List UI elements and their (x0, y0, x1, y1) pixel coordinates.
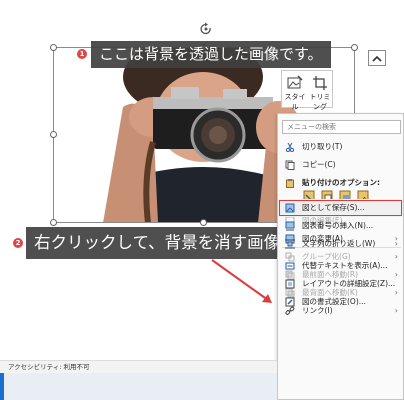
menu-item-insert-caption[interactable]: 図表番号の挿入(N)... (278, 217, 403, 235)
menu-item-label: 図として保存(S)... (302, 203, 365, 212)
alt-text-icon (285, 262, 295, 270)
style-button[interactable]: スタイル (283, 73, 307, 111)
menu-item-label: 文字列の折り返し(W) (302, 239, 376, 248)
style-label: スタイル (284, 93, 306, 111)
resize-handle[interactable] (50, 219, 57, 226)
submenu-arrow-icon: › (394, 239, 398, 248)
taskbar-accent (0, 373, 4, 400)
format-picture-icon (285, 297, 295, 307)
paste-icon (286, 179, 294, 188)
picture-style-icon (287, 75, 303, 89)
resize-handle[interactable] (200, 219, 207, 226)
scissors-icon (285, 142, 295, 152)
callout-1: ここは背景を透過した画像です。 (91, 41, 331, 68)
layout-options-button[interactable] (368, 50, 386, 66)
menu-item-label: レイアウトの詳細設定(Z)... (302, 279, 396, 288)
crop-button[interactable]: トリミング (308, 73, 332, 111)
crop-icon (313, 76, 327, 90)
rotate-handle-icon[interactable] (199, 22, 213, 36)
mini-toolbar: スタイル トリミング (281, 70, 333, 111)
caption-icon (285, 221, 295, 231)
step-badge-2: 2 (13, 238, 23, 248)
status-bar: アクセシビリティ: 利用不可 (0, 360, 277, 373)
menu-item-label: 切り取り(T) (302, 142, 343, 151)
menu-item-label: 図の書式設定(O)... (302, 297, 366, 306)
wrap-text-icon (285, 239, 295, 249)
accessibility-status[interactable]: アクセシビリティ: 利用不可 (8, 361, 90, 373)
menu-item-layout-settings[interactable]: レイアウトの詳細設定(Z)... (278, 275, 403, 293)
menu-item-label: 図表番号の挿入(N)... (302, 221, 374, 230)
menu-item-cut[interactable]: 切り取り(T) (278, 138, 403, 156)
document-canvas: 1 ここは背景を透過した画像です。 2 右クリックして、背景を消す画像を保存しま… (0, 0, 404, 400)
menu-item-format-picture[interactable]: 図の書式設定(O)... (278, 293, 403, 311)
resize-handle[interactable] (50, 44, 57, 51)
menu-item-label: 代替テキストを表示(A)... (302, 261, 388, 270)
menu-search-input[interactable]: メニューの検索 (282, 120, 401, 134)
step-badge-1: 1 (77, 49, 87, 59)
layout-icon (285, 279, 295, 289)
context-menu: メニューの検索 切り取り(T) コピー(C) 貼り付けのオプション: 図の編集(… (277, 113, 404, 400)
resize-handle[interactable] (50, 131, 57, 138)
menu-item-copy[interactable]: コピー(C) (278, 156, 403, 174)
menu-item-wrap-text[interactable]: 文字列の折り返し(W) › (278, 235, 403, 253)
menu-item-view-alt-text[interactable]: 代替テキストを表示(A)... (278, 257, 403, 275)
layout-options-icon (372, 55, 382, 62)
menu-item-save-as-picture[interactable]: 図として保存(S)... (278, 199, 403, 217)
menu-item-label: コピー(C) (302, 160, 336, 169)
copy-icon (285, 160, 295, 170)
save-as-picture-icon (285, 203, 295, 213)
resize-handle[interactable] (351, 44, 358, 51)
taskbar (0, 373, 277, 400)
crop-label: トリミング (309, 93, 331, 111)
